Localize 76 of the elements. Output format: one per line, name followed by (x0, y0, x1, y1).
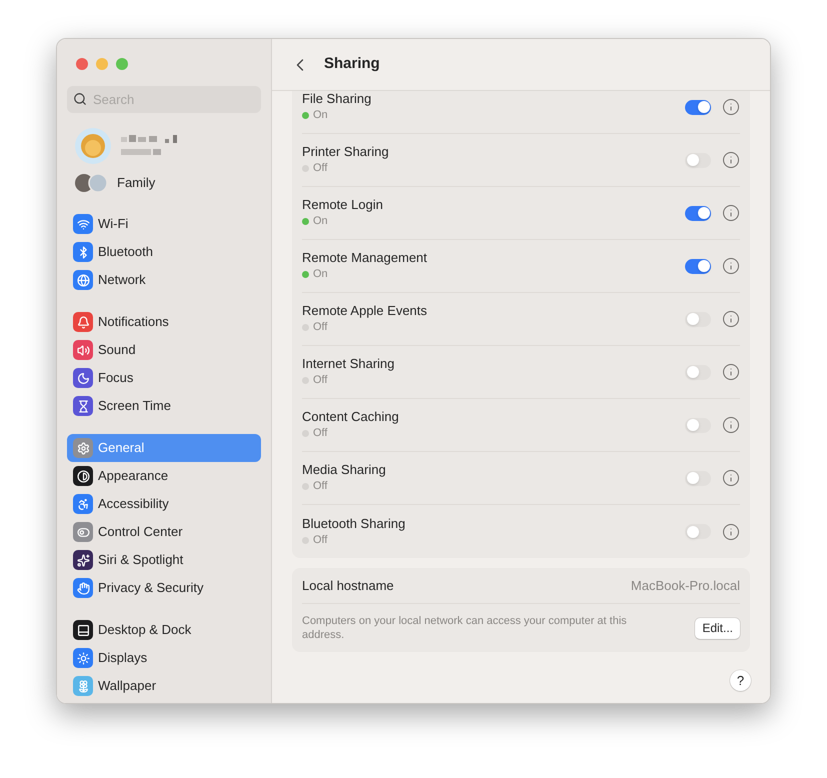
toggle-switch[interactable] (685, 364, 711, 380)
dock-icon (73, 620, 93, 640)
toggle-switch[interactable] (685, 206, 711, 220)
hourglass-icon (73, 396, 93, 416)
sidebar-item[interactable]: Siri & Spotlight (67, 546, 261, 574)
bluetooth-icon (73, 242, 93, 262)
status-label: Off (313, 373, 328, 388)
accessibility-icon (73, 494, 93, 514)
status-label: Off (313, 161, 328, 176)
sidebar-item[interactable]: Displays (67, 644, 261, 672)
service-name: Remote Management (302, 249, 428, 266)
sidebar-item[interactable]: Accessibility (67, 490, 261, 518)
sidebar-item[interactable]: Network (67, 266, 261, 294)
help-button[interactable]: ? (730, 670, 751, 691)
wifi-icon (73, 214, 93, 234)
status-label: Off (313, 479, 328, 494)
speaker-icon (73, 340, 93, 360)
service-name: Remote Login (302, 196, 383, 214)
info-icon[interactable] (722, 151, 740, 169)
hostname-description: Computers on your local network can access your computer at this address. (302, 614, 628, 642)
sidebar-item[interactable]: Privacy & Security (67, 574, 261, 602)
status-label: On (313, 108, 328, 124)
globe-icon (73, 270, 93, 290)
sidebar-item[interactable]: Bluetooth (67, 238, 261, 266)
info-icon[interactable] (722, 416, 740, 434)
info-icon[interactable] (722, 98, 740, 116)
toggle-switch[interactable] (685, 312, 711, 326)
sidebar-item[interactable]: Appearance (67, 462, 261, 490)
sidebar-item[interactable]: Wallpaper (67, 672, 261, 700)
status-label: Off (313, 320, 328, 336)
info-icon[interactable] (722, 204, 740, 222)
status-label: Off (313, 426, 328, 442)
service-name: File Sharing (302, 91, 372, 108)
sun-icon (73, 648, 93, 668)
edit-button[interactable]: Edit... (695, 618, 740, 638)
moon-icon (73, 368, 93, 388)
gear-icon (73, 438, 93, 458)
info-icon[interactable] (722, 310, 740, 328)
info-icon[interactable] (722, 469, 740, 487)
service-name: Bluetooth Sharing (302, 514, 406, 532)
toggle-switch[interactable] (685, 470, 711, 486)
service-name: Internet Sharing (302, 355, 395, 372)
search-icon (73, 92, 87, 106)
sidebar-item[interactable]: Screen Time (67, 392, 261, 420)
sidebar-item[interactable]: Wi-Fi (67, 210, 261, 238)
sidebar-item[interactable]: Control Center (67, 518, 261, 546)
close-button[interactable] (76, 58, 88, 70)
bell-icon (73, 312, 93, 332)
hostname-value: MacBook-Pro.local (630, 576, 740, 595)
info-icon[interactable] (722, 363, 740, 381)
status-label: On (313, 267, 328, 282)
flower-icon (73, 676, 93, 696)
toggle-switch[interactable] (685, 152, 711, 168)
hand-icon (73, 578, 93, 598)
page-title: Sharing (324, 54, 380, 74)
toggle-switch[interactable] (685, 418, 711, 432)
service-name: Remote Apple Events (302, 302, 428, 320)
toggle-switch[interactable] (685, 100, 711, 114)
status-label: On (313, 214, 328, 230)
toggle-switch[interactable] (685, 524, 711, 539)
family-label[interactable]: Family (117, 173, 156, 193)
sidebar-item[interactable]: Sound (67, 336, 261, 364)
info-icon[interactable] (722, 522, 740, 540)
sparkle-icon (73, 550, 93, 570)
toggle-switch[interactable] (685, 258, 711, 274)
service-name: Content Caching (302, 408, 399, 426)
status-label: Off (313, 532, 328, 548)
service-name: Printer Sharing (302, 143, 389, 160)
sidebar-item[interactable]: Notifications (67, 308, 261, 336)
sidebar-item[interactable]: Desktop & Dock (67, 616, 261, 644)
sidebar-item[interactable]: Focus (67, 364, 261, 392)
hostname-label: Local hostname (302, 576, 394, 595)
contrast-icon (73, 466, 93, 486)
service-name: Media Sharing (302, 461, 386, 478)
switches-icon (73, 522, 93, 542)
info-icon[interactable] (722, 257, 740, 275)
